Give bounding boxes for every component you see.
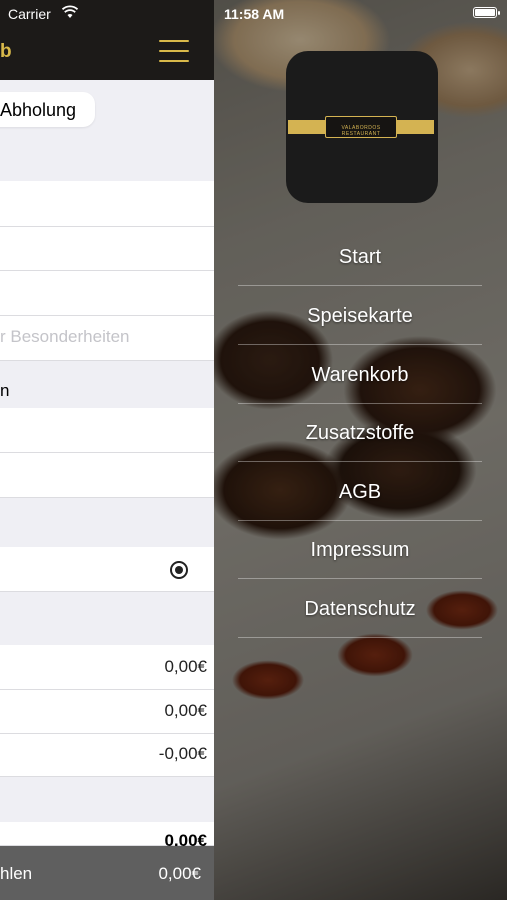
menu-item-impressum[interactable]: Impressum <box>238 521 482 579</box>
segment-pickup-label[interactable]: Abholung <box>0 100 76 121</box>
notes-placeholder: r Besonderheiten <box>0 327 130 346</box>
form-field-3[interactable] <box>0 271 214 316</box>
logo-text: VALABORDOS RESTAURANT <box>341 125 381 137</box>
subtotal-amount: 0,00€ <box>164 657 207 676</box>
battery-icon <box>473 7 500 18</box>
page-title: b <box>0 41 12 62</box>
menu-item-speisekarte[interactable]: Speisekarte <box>238 287 482 345</box>
status-bar: Carrier 11:58 AM <box>0 0 507 28</box>
carrier-label: Carrier <box>8 6 51 22</box>
radio-selected-icon[interactable] <box>170 561 188 579</box>
pay-footer-label[interactable]: hlen <box>0 864 32 884</box>
wifi-icon <box>62 5 78 18</box>
form-field-2[interactable] <box>0 227 214 271</box>
hamburger-menu-icon[interactable] <box>159 40 189 62</box>
delivery-fee-amount: 0,00€ <box>164 701 207 720</box>
menu-item-agb[interactable]: AGB <box>238 463 482 521</box>
section-label: n <box>0 381 10 400</box>
menu-item-datenschutz[interactable]: Datenschutz <box>238 580 482 638</box>
pay-footer-amount: 0,00€ <box>158 864 201 883</box>
form-field-4[interactable] <box>0 408 214 453</box>
form-field-5[interactable] <box>0 453 214 498</box>
menu-item-warenkorb[interactable]: Warenkorb <box>238 346 482 404</box>
cart-panel: b Abholung r Besonderheiten n 0,00€ 0,00… <box>0 0 214 900</box>
discount-amount: -0,00€ <box>158 744 207 763</box>
form-field-1[interactable] <box>0 181 214 227</box>
menu-item-start[interactable]: Start <box>238 228 482 286</box>
clock: 11:58 AM <box>224 6 285 22</box>
menu-item-zusatzstoffe[interactable]: Zusatzstoffe <box>238 404 482 462</box>
